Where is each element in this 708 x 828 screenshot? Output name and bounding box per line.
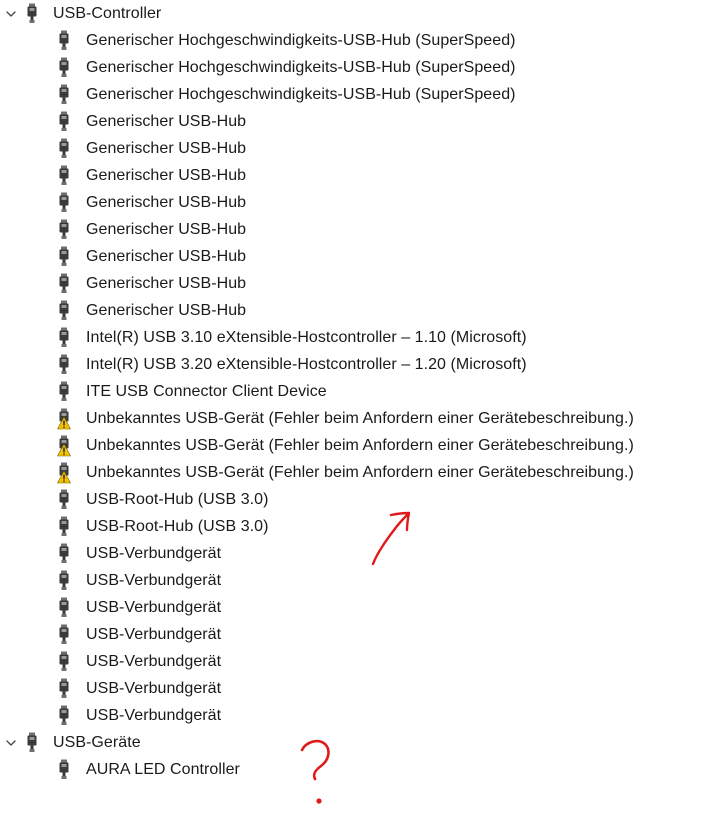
usb-plug-icon [57,570,71,592]
tree-item-device[interactable]: Generischer USB-Hub [0,297,708,324]
question-mark-dot [316,798,322,804]
usb-plug-icon [57,597,71,619]
usb-plug-icon [57,705,71,727]
tree-item-device[interactable]: Generischer USB-Hub [0,135,708,162]
device-label: Generischer USB-Hub [86,247,247,265]
usb-plug-icon [57,57,71,79]
tree-item-device[interactable]: AURA LED Controller [0,756,708,783]
device-label: USB-Verbundgerät [86,571,222,589]
tree-item-device[interactable]: Generischer USB-Hub [0,189,708,216]
tree-item-device[interactable]: Unbekanntes USB-Gerät (Fehler beim Anfor… [0,459,708,486]
usb-plug-icon [57,84,71,106]
device-label: USB-Verbundgerät [86,679,222,697]
usb-warning-icon [56,435,72,457]
tree-item-device[interactable]: USB-Verbundgerät [0,594,708,621]
device-label: AURA LED Controller [86,760,240,778]
tree-item-device[interactable]: USB-Verbundgerät [0,540,708,567]
tree-item-device[interactable]: USB-Verbundgerät [0,675,708,702]
tree-item-device[interactable]: Generischer USB-Hub [0,162,708,189]
device-label: USB-Verbundgerät [86,544,222,562]
tree-item-device[interactable]: Generischer USB-Hub [0,216,708,243]
usb-plug-icon [57,30,71,52]
tree-item-device[interactable]: USB-Verbundgerät [0,567,708,594]
device-label: Intel(R) USB 3.10 eXtensible-Hostcontrol… [86,328,527,346]
usb-plug-icon [57,624,71,646]
device-label: USB-Verbundgerät [86,706,222,724]
device-label: Generischer Hochgeschwindigkeits-USB-Hub… [86,85,516,103]
usb-plug-icon [57,516,71,538]
device-label: USB-Root-Hub (USB 3.0) [86,517,269,535]
usb-plug-icon [57,192,71,214]
tree-item-device[interactable]: Generischer USB-Hub [0,108,708,135]
tree-category[interactable]: USB-Geräte [0,729,708,756]
usb-warning-icon [56,462,72,484]
tree-item-device[interactable]: USB-Root-Hub (USB 3.0) [0,486,708,513]
device-label: USB-Verbundgerät [86,625,222,643]
chevron-down-icon[interactable] [3,735,19,751]
device-label: Generischer Hochgeschwindigkeits-USB-Hub… [86,58,516,76]
tree-item-device[interactable]: ITE USB Connector Client Device [0,378,708,405]
device-label: Generischer USB-Hub [86,166,247,184]
usb-plug-icon [57,489,71,511]
device-label: Unbekanntes USB-Gerät (Fehler beim Anfor… [86,463,634,481]
tree-item-device[interactable]: USB-Verbundgerät [0,621,708,648]
device-label: Unbekanntes USB-Gerät (Fehler beim Anfor… [86,436,634,454]
tree-item-device[interactable]: Generischer USB-Hub [0,270,708,297]
tree-item-device[interactable]: Generischer Hochgeschwindigkeits-USB-Hub… [0,54,708,81]
device-label: Generischer USB-Hub [86,193,247,211]
usb-plug-icon [57,678,71,700]
device-label: USB-Root-Hub (USB 3.0) [86,490,269,508]
usb-plug-icon [57,246,71,268]
usb-plug-icon [25,732,39,754]
tree-item-device[interactable]: Unbekanntes USB-Gerät (Fehler beim Anfor… [0,405,708,432]
device-label: ITE USB Connector Client Device [86,382,327,400]
usb-plug-icon [57,300,71,322]
tree-item-device[interactable]: Intel(R) USB 3.20 eXtensible-Hostcontrol… [0,351,708,378]
device-label: Generischer USB-Hub [86,220,247,238]
usb-plug-icon [57,651,71,673]
tree-item-device[interactable]: USB-Verbundgerät [0,702,708,729]
category-label: USB-Controller [53,4,162,22]
usb-plug-icon [57,759,71,781]
device-label: Intel(R) USB 3.20 eXtensible-Hostcontrol… [86,355,527,373]
device-label: Generischer Hochgeschwindigkeits-USB-Hub… [86,31,516,49]
device-label: Generischer USB-Hub [86,274,247,292]
usb-plug-icon [57,138,71,160]
usb-plug-icon [25,3,39,25]
usb-warning-icon [56,408,72,430]
tree-category[interactable]: USB-Controller [0,0,708,27]
usb-plug-icon [57,273,71,295]
device-tree: USB-Controller Generischer Hochgeschwindi… [0,0,708,783]
device-label: Generischer USB-Hub [86,112,247,130]
category-label: USB-Geräte [53,733,141,751]
tree-item-device[interactable]: Unbekanntes USB-Gerät (Fehler beim Anfor… [0,432,708,459]
tree-item-device[interactable]: Intel(R) USB 3.10 eXtensible-Hostcontrol… [0,324,708,351]
usb-plug-icon [57,543,71,565]
tree-item-device[interactable]: USB-Verbundgerät [0,648,708,675]
usb-plug-icon [57,381,71,403]
device-label: Unbekanntes USB-Gerät (Fehler beim Anfor… [86,409,634,427]
device-label: Generischer USB-Hub [86,301,247,319]
usb-plug-icon [57,354,71,376]
tree-item-device[interactable]: Generischer Hochgeschwindigkeits-USB-Hub… [0,27,708,54]
chevron-down-icon[interactable] [3,6,19,22]
tree-item-device[interactable]: Generischer USB-Hub [0,243,708,270]
device-label: USB-Verbundgerät [86,652,222,670]
usb-plug-icon [57,111,71,133]
usb-plug-icon [57,219,71,241]
device-label: USB-Verbundgerät [86,598,222,616]
usb-plug-icon [57,327,71,349]
usb-plug-icon [57,165,71,187]
tree-item-device[interactable]: Generischer Hochgeschwindigkeits-USB-Hub… [0,81,708,108]
tree-item-device[interactable]: USB-Root-Hub (USB 3.0) [0,513,708,540]
device-label: Generischer USB-Hub [86,139,247,157]
